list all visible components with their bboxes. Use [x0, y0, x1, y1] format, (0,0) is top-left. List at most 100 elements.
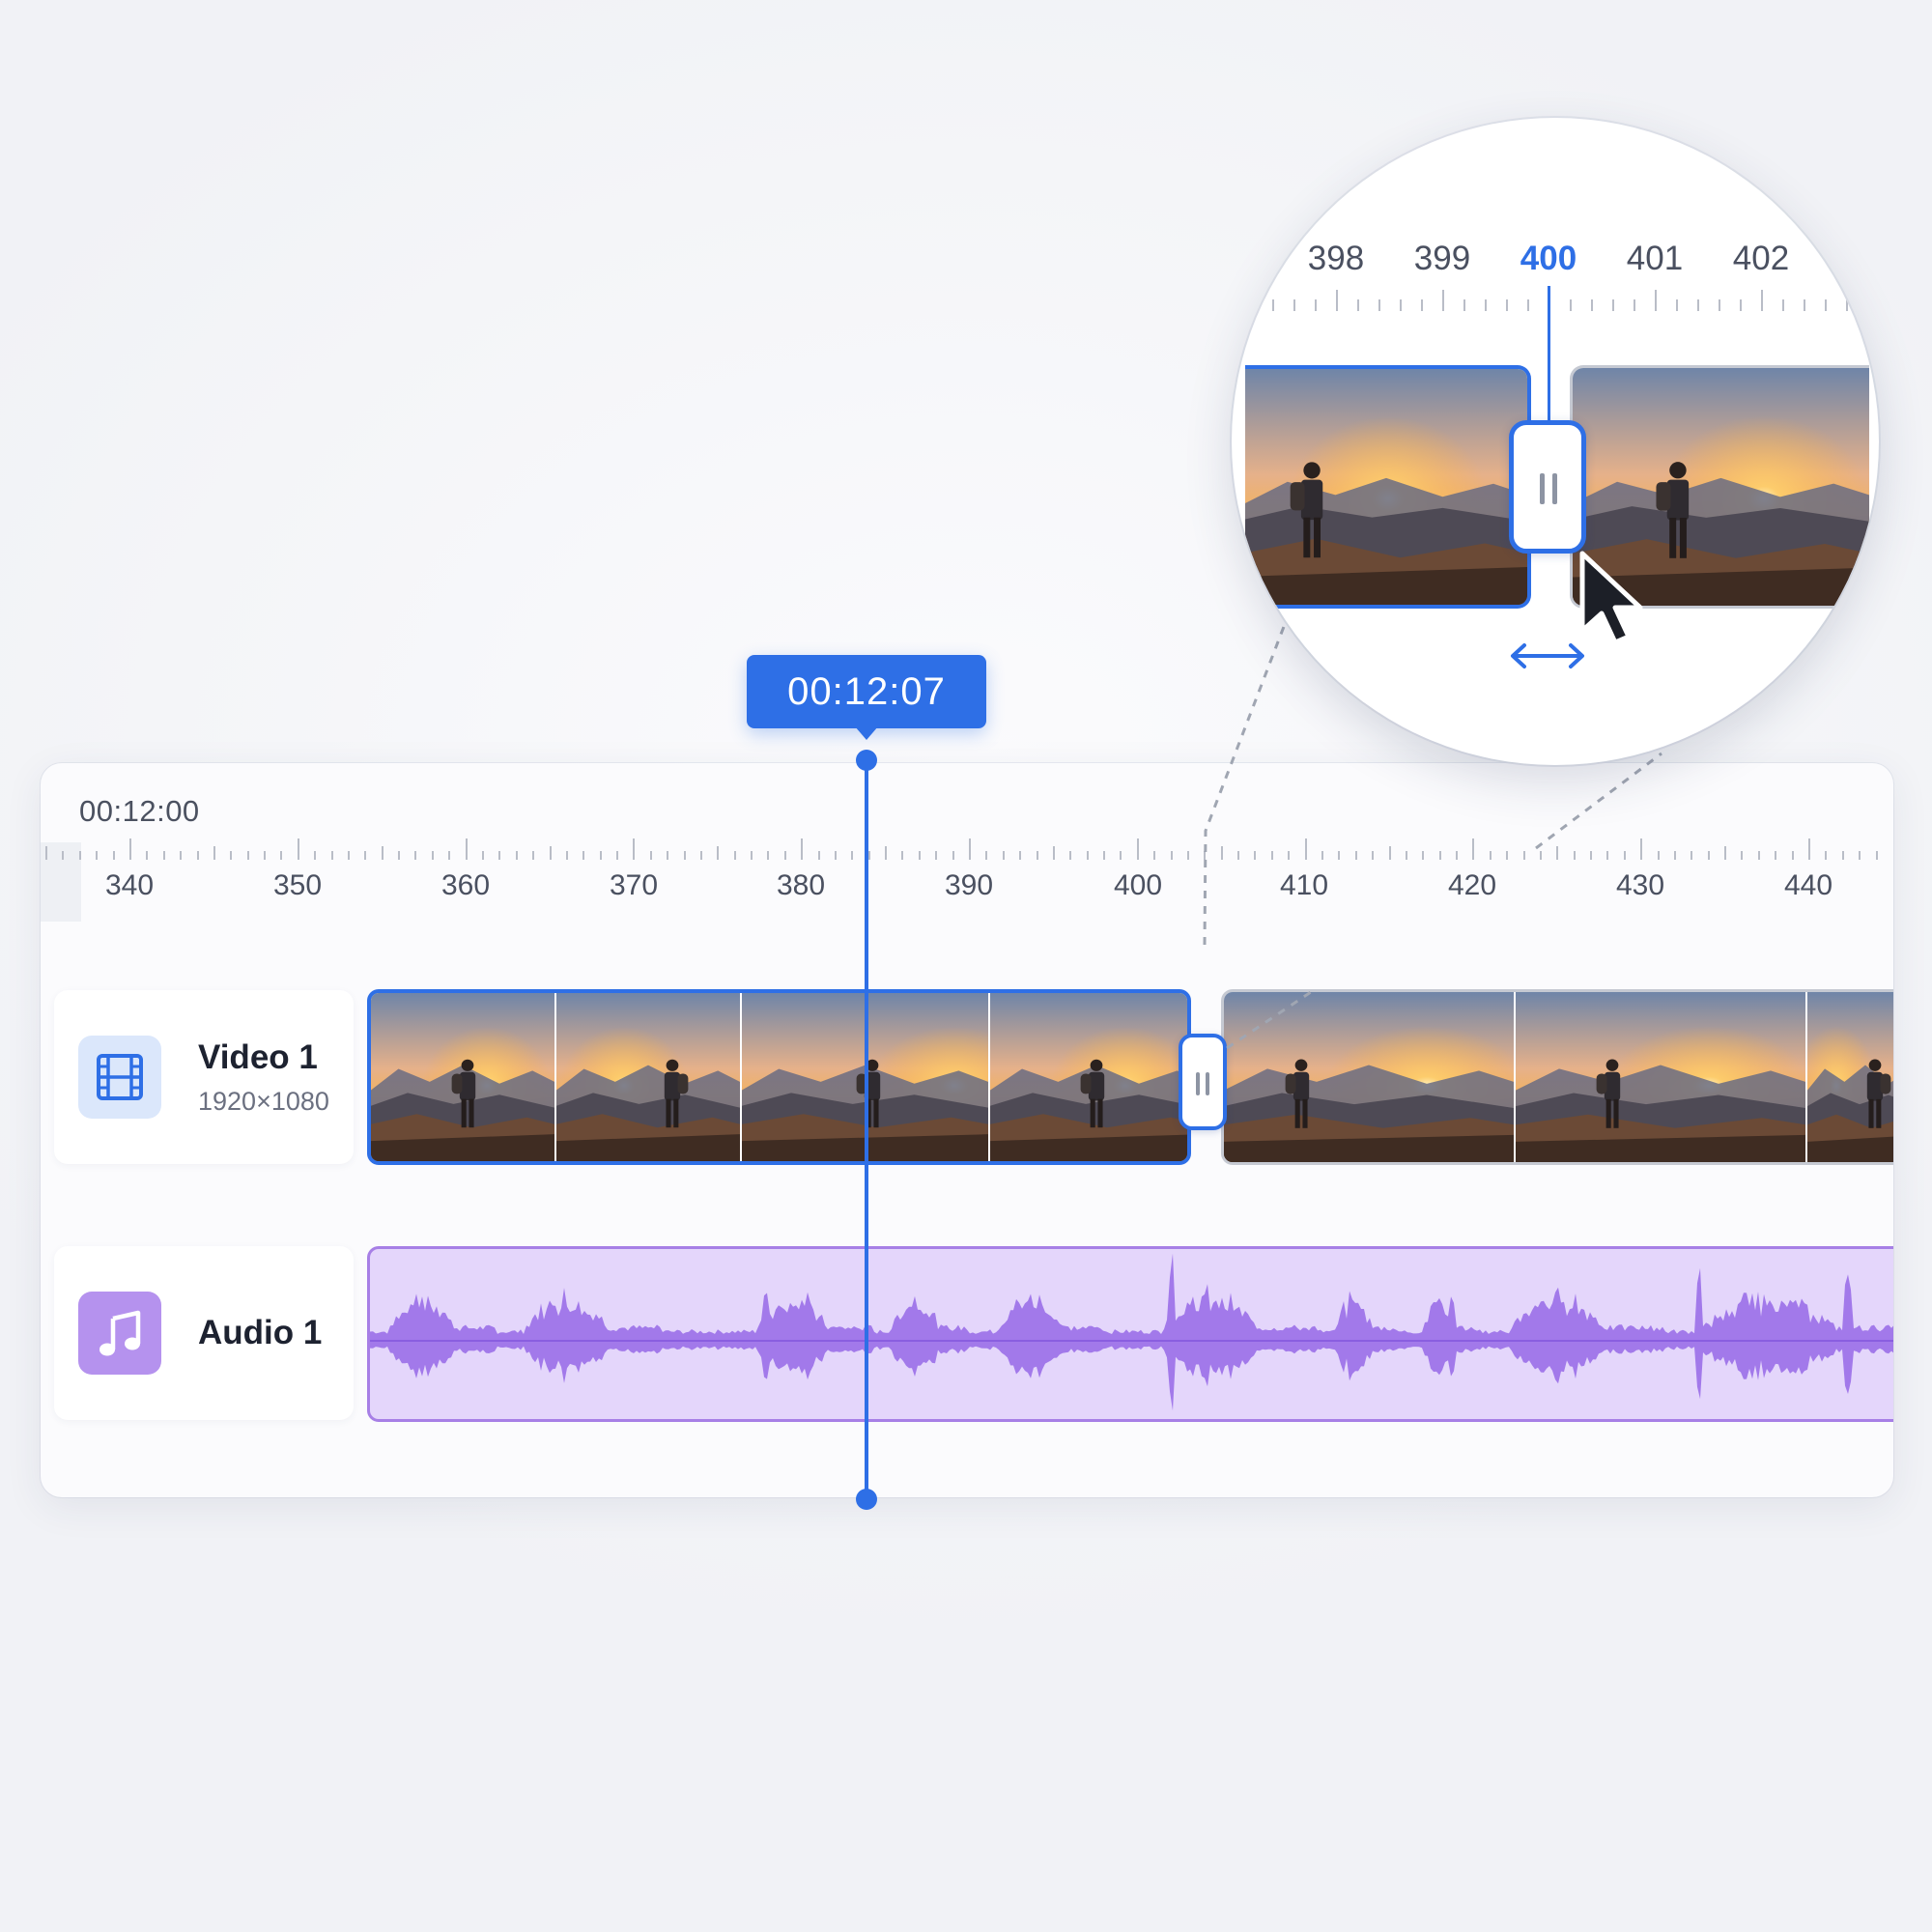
ruler-minor-tick	[1170, 851, 1173, 860]
zoom-minor-tick	[1272, 299, 1274, 311]
ruler-minor-tick	[381, 846, 384, 860]
ruler-minor-tick	[1741, 851, 1744, 860]
ruler-label: 440	[1783, 869, 1833, 901]
ruler-minor-tick	[1321, 851, 1323, 860]
zoom-minor-tick	[1804, 299, 1805, 311]
ruler-minor-tick	[817, 851, 820, 860]
ruler-minor-tick	[599, 851, 602, 860]
zoom-minor-tick	[1400, 299, 1402, 311]
ruler-minor-tick	[448, 851, 451, 860]
zoom-minor-tick	[1378, 299, 1380, 311]
ruler-minor-tick	[1690, 851, 1693, 860]
zoom-minor-tick	[1463, 299, 1465, 311]
ruler-minor-tick	[885, 846, 888, 860]
video-clip-selected[interactable]	[367, 989, 1191, 1165]
ruler-minor-tick	[314, 851, 317, 860]
zoom-minor-tick	[1251, 299, 1253, 311]
ruler-minor-tick	[699, 851, 702, 860]
ruler-label: 370	[609, 869, 659, 901]
ruler-minor-tick	[901, 851, 904, 860]
ruler-minor-tick	[1237, 851, 1240, 860]
ruler-minor-tick	[96, 851, 99, 860]
ruler-minor-tick	[481, 851, 484, 860]
frame-thumbnail	[556, 993, 742, 1161]
ruler-minor-tick	[1036, 851, 1038, 860]
ruler-minor-tick	[1288, 851, 1291, 860]
video-clip[interactable]	[1221, 989, 1893, 1165]
ruler-minor-tick	[616, 851, 619, 860]
zoom-major-tick	[1655, 290, 1657, 311]
ruler-minor-tick	[1052, 846, 1055, 860]
ruler-label: 350	[272, 869, 323, 901]
ruler-minor-tick	[1103, 851, 1106, 860]
ruler-minor-tick	[985, 851, 988, 860]
timeline-panel: 00:12:00 340 350 360 370 380 390 400 410…	[41, 763, 1893, 1497]
zoom-minor-tick	[1612, 299, 1614, 311]
zoom-minor-tick	[1293, 299, 1295, 311]
ruler-minor-tick	[1069, 851, 1072, 860]
ruler-minor-tick	[783, 851, 786, 860]
ruler-minor-tick	[213, 846, 215, 860]
playhead-tooltip-arrow	[855, 726, 878, 740]
playhead-timecode: 00:12:07	[747, 655, 986, 728]
time-ruler[interactable]: 00:12:00 340 350 360 370 380 390 400 410…	[41, 763, 1893, 923]
ruler-minor-tick	[112, 851, 115, 860]
zoom-major-tick	[1761, 290, 1763, 311]
ruler-major-tick	[801, 838, 804, 860]
playhead-handle[interactable]	[856, 750, 877, 771]
zoom-ruler-label: 398	[1307, 240, 1365, 277]
ruler-label: 410	[1279, 869, 1329, 901]
mouse-pointer-icon	[1579, 551, 1643, 645]
zoom-major-tick	[1442, 290, 1444, 311]
zoom-minor-tick	[1506, 299, 1508, 311]
ruler-minor-tick	[867, 851, 870, 860]
ruler-minor-tick	[414, 851, 417, 860]
audio-clip[interactable]	[367, 1246, 1893, 1422]
ruler-minor-tick	[196, 851, 199, 860]
ruler-minor-tick	[1438, 851, 1441, 860]
zoom-minor-tick	[1357, 299, 1359, 311]
zoom-minor-tick	[1634, 299, 1635, 311]
audio-track-header[interactable]: Audio 1	[54, 1246, 354, 1420]
ruler-minor-tick	[330, 851, 333, 860]
ruler-label: 360	[440, 869, 491, 901]
video-track-name: Video 1	[198, 1038, 318, 1076]
ruler-minor-tick	[733, 851, 736, 860]
ruler-minor-tick	[1556, 846, 1559, 860]
ruler-minor-tick	[767, 851, 770, 860]
ruler-minor-tick	[532, 851, 535, 860]
zoom-minor-tick	[1782, 299, 1784, 311]
ruler-minor-tick	[498, 851, 501, 860]
trim-handle[interactable]	[1179, 1034, 1227, 1130]
ruler-minor-tick	[431, 851, 434, 860]
ruler-minor-tick	[180, 851, 183, 860]
grip-line	[1552, 473, 1557, 504]
ruler-minor-tick	[1153, 851, 1156, 860]
zoom-minor-tick	[1740, 299, 1742, 311]
zoom-ruler-label: 401	[1626, 240, 1684, 277]
frame-thumbnail	[1807, 992, 1893, 1162]
playhead-line[interactable]	[865, 759, 868, 1499]
ruler-minor-tick	[162, 851, 165, 860]
video-track-header[interactable]: Video 1 1920×1080	[54, 990, 354, 1164]
ruler-label: 390	[944, 869, 994, 901]
ruler-minor-tick	[1338, 851, 1341, 860]
ruler-minor-tick	[1791, 851, 1794, 860]
ruler-label: 400	[1113, 869, 1163, 901]
ruler-minor-tick	[1757, 851, 1760, 860]
ruler-major-tick	[129, 838, 131, 860]
frame-thumbnail	[990, 993, 1187, 1161]
ruler-minor-tick	[280, 851, 283, 860]
zoom-minor-tick	[1315, 299, 1317, 311]
zoom-ruler-label-active: 400	[1520, 240, 1577, 277]
grip-line	[1540, 473, 1545, 504]
ruler-minor-tick	[683, 851, 686, 860]
ruler-minor-tick	[264, 851, 267, 860]
zoom-clip-selected	[1245, 365, 1531, 609]
ruler-minor-tick	[1086, 851, 1089, 860]
zoom-minor-tick	[1421, 299, 1423, 311]
ruler-major-tick	[1136, 838, 1139, 860]
ruler-minor-tick	[515, 851, 518, 860]
ruler-major-tick	[1472, 838, 1475, 860]
ruler-minor-tick	[1489, 851, 1492, 860]
